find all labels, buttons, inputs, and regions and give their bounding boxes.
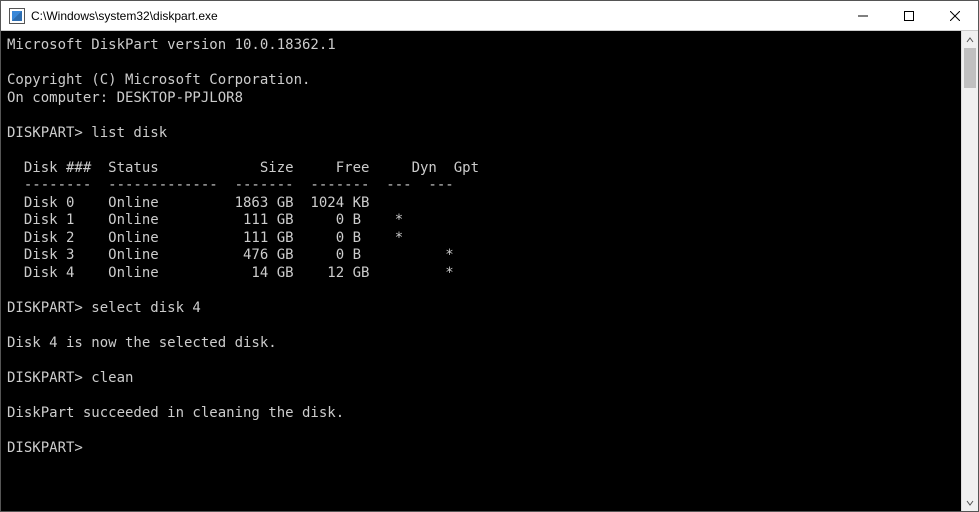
titlebar[interactable]: C:\Windows\system32\diskpart.exe <box>1 1 978 31</box>
app-window: C:\Windows\system32\diskpart.exe Microso… <box>0 0 979 512</box>
chevron-up-icon <box>966 36 974 44</box>
maximize-button[interactable] <box>886 1 932 31</box>
minimize-icon <box>858 11 868 21</box>
chevron-down-icon <box>966 499 974 507</box>
close-button[interactable] <box>932 1 978 31</box>
window-title: C:\Windows\system32\diskpart.exe <box>31 9 218 23</box>
maximize-icon <box>904 11 914 21</box>
terminal-output[interactable]: Microsoft DiskPart version 10.0.18362.1 … <box>1 31 961 511</box>
scroll-down-button[interactable] <box>962 494 978 511</box>
close-icon <box>950 11 960 21</box>
scroll-thumb[interactable] <box>964 48 976 88</box>
app-icon <box>9 8 25 24</box>
minimize-button[interactable] <box>840 1 886 31</box>
vertical-scrollbar[interactable] <box>961 31 978 511</box>
scroll-up-button[interactable] <box>962 31 978 48</box>
window-body: Microsoft DiskPart version 10.0.18362.1 … <box>1 31 978 511</box>
